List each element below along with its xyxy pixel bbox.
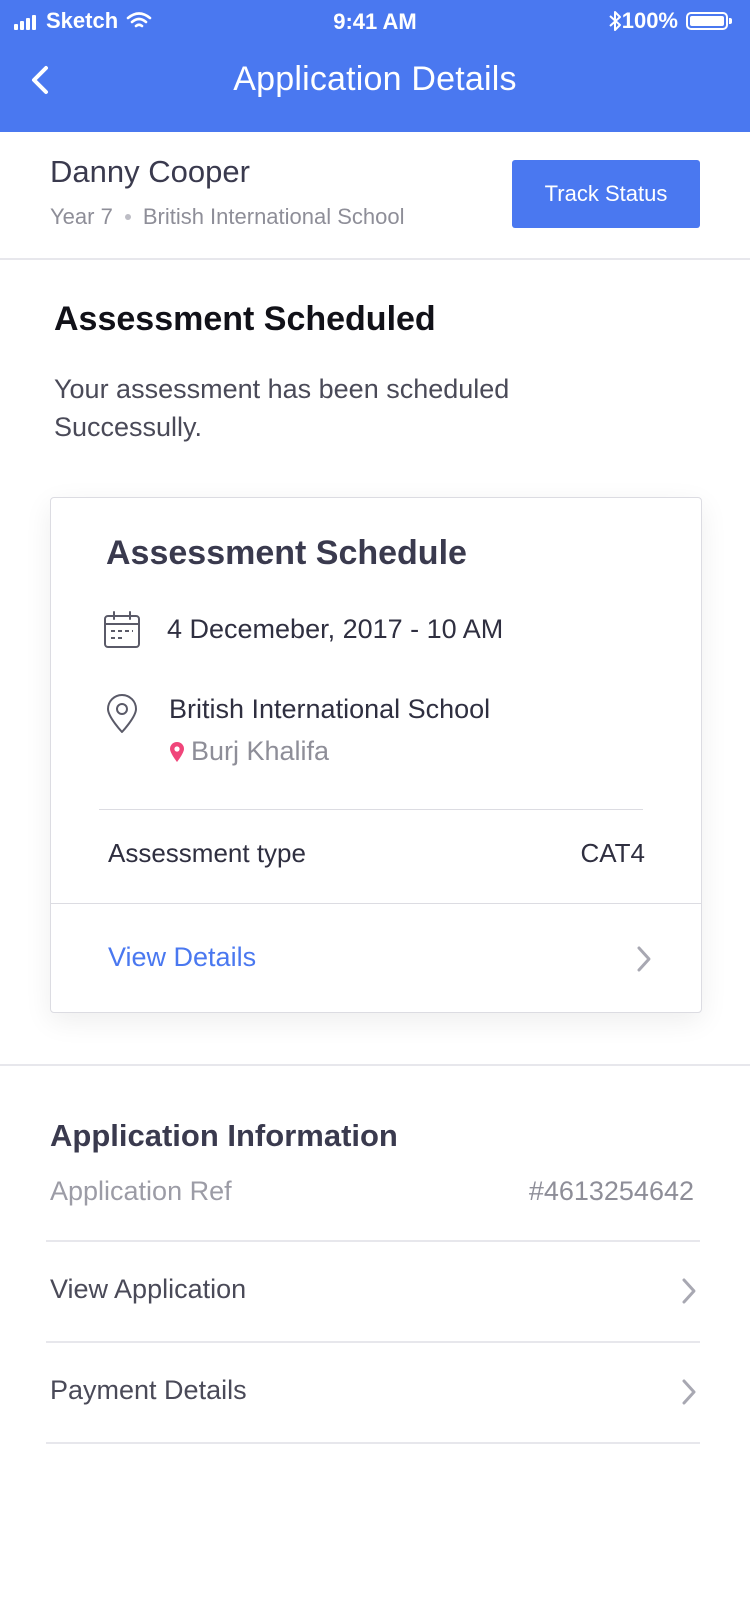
- track-status-button[interactable]: Track Status: [512, 160, 700, 228]
- location-pin-outline-icon: [107, 694, 137, 733]
- application-info-title: Application Information: [50, 1118, 398, 1153]
- student-summary: Danny Cooper Year 7 British International…: [0, 132, 750, 260]
- chevron-right-icon: [682, 1278, 696, 1304]
- page-title: Application Details: [233, 60, 517, 98]
- payment-details-row[interactable]: Payment Details: [46, 1343, 700, 1441]
- assessment-location: Burj Khalifa: [169, 736, 329, 767]
- assessment-schedule-card: Assessment Schedule 4 Decemeber, 2017 - …: [50, 497, 702, 1013]
- divider: [46, 1442, 700, 1444]
- status-title: Assessment Scheduled: [54, 300, 436, 338]
- view-details-link[interactable]: View Details: [51, 904, 701, 1011]
- battery-percent: 100%: [621, 8, 678, 33]
- payment-details-label: Payment Details: [50, 1375, 247, 1405]
- view-details-label: View Details: [108, 942, 257, 972]
- calendar-icon: [104, 611, 140, 648]
- assessment-school: British International School: [169, 694, 491, 724]
- student-year: Year 7: [50, 204, 113, 229]
- section-divider: [0, 1064, 750, 1066]
- divider: [99, 809, 643, 810]
- assessment-type-value: CAT4: [580, 838, 645, 868]
- status-bar-right: 100%: [608, 8, 732, 34]
- location-label: Burj Khalifa: [191, 736, 330, 766]
- bluetooth-icon: [609, 11, 621, 31]
- battery-icon: [686, 12, 732, 30]
- card-title: Assessment Schedule: [106, 534, 467, 572]
- app-header: Sketch 9:41 AM 100% Application Details: [0, 0, 750, 132]
- status-description: Your assessment has been scheduled Succe…: [54, 374, 510, 442]
- assessment-type-label: Assessment type: [108, 838, 306, 868]
- map-pin-icon: [170, 741, 184, 762]
- application-ref-label: Application Ref: [50, 1176, 232, 1206]
- status-bar: Sketch 9:41 AM 100%: [0, 0, 750, 44]
- view-application-label: View Application: [50, 1274, 247, 1304]
- separator-dot: [124, 214, 131, 220]
- application-ref-value: #4613254642: [528, 1176, 694, 1206]
- view-application-row[interactable]: View Application: [46, 1242, 700, 1340]
- chevron-right-icon: [637, 946, 651, 972]
- assessment-date: 4 Decemeber, 2017 - 10 AM: [167, 614, 504, 644]
- chevron-right-icon: [682, 1379, 696, 1405]
- student-meta: Year 7 British International School: [50, 204, 405, 230]
- student-school: British International School: [142, 204, 405, 229]
- student-name: Danny Cooper: [50, 154, 250, 189]
